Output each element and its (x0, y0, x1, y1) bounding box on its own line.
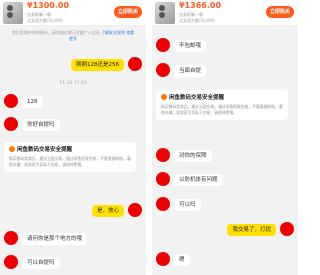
chat-bubble-sent: 我交易了，打扰 (227, 224, 276, 236)
header-subline-1: 交易前聊一聊 (27, 12, 51, 17)
warning-icon (161, 94, 167, 100)
chat-bubble-sent: 刚刚128还是256 (71, 59, 124, 71)
product-header: ¥1366.00 交易前聊一聊 买卖双方都可以评价 立即购买 (152, 0, 298, 26)
chat-bubble-received: 以防机体有问题 (174, 174, 223, 186)
my-avatar[interactable] (128, 203, 142, 217)
my-avatar[interactable] (128, 57, 142, 71)
chat-bubble-received: 128 (22, 96, 43, 108)
header-subline-2: 买卖双方都可以评价 (179, 18, 215, 23)
seller-avatar[interactable] (156, 172, 170, 186)
chat-bubble-sent: 是，放心 (91, 205, 124, 217)
chat-panel-right: ¥1366.00 交易前聊一聊 买卖双方都可以评价 立即购买 不包邮哦 当面自提… (152, 0, 298, 275)
product-thumbnail[interactable] (3, 2, 23, 24)
seller-avatar[interactable] (4, 117, 18, 131)
privacy-notice-text: 我们会保护你的隐私，请勿通过聊天泄露个人信息 (11, 30, 100, 35)
chat-bubble-received: 可以自提吗 (22, 257, 60, 269)
seller-avatar[interactable] (156, 148, 170, 162)
my-avatar[interactable] (280, 222, 294, 236)
chat-bubble-received: 嗯 (174, 254, 190, 266)
chat-bubble-received: 请问你是那个地方的哦 (22, 233, 88, 245)
seller-avatar[interactable] (4, 94, 18, 108)
seller-avatar[interactable] (4, 255, 18, 269)
buy-now-button[interactable]: 立即购买 (266, 6, 294, 18)
product-header: ¥1300.00 交易前聊一聊 买卖双方都可以评价 立即购买 (0, 0, 146, 26)
seller-avatar[interactable] (156, 252, 170, 266)
seller-avatar[interactable] (156, 197, 170, 211)
buy-now-button[interactable]: 立即购买 (114, 6, 142, 18)
seller-avatar[interactable] (4, 231, 18, 245)
chat-panel-left: ¥1300.00 交易前聊一聊 买卖双方都可以评价 立即购买 我们会保护你的隐私… (0, 0, 146, 275)
chat-bubble-received: 对你的保障 (174, 150, 212, 162)
chat-bubble-received: 可以吗 (174, 199, 201, 211)
safety-reminder-body: 购买数码类商品，建议当面交易，通过闲鱼担保交易，不要直接转账，谨防诈骗；如卖家引… (161, 104, 283, 115)
product-thumbnail[interactable] (155, 2, 175, 24)
chat-bubble-received: 不包邮哦 (174, 40, 207, 52)
seller-avatar[interactable] (156, 38, 170, 52)
warning-icon (9, 146, 15, 152)
product-price: ¥1366.00 (179, 1, 222, 10)
safety-reminder-title: 闲鱼数码交易安全提醒 (9, 146, 131, 154)
safety-reminder-card[interactable]: 闲鱼数码交易安全提醒 购买数码类商品，建议当面交易，通过闲鱼担保交易，不要直接转… (4, 142, 136, 172)
safety-reminder-body: 购买数码类商品，建议当面交易，通过闲鱼担保交易，不要直接转账，谨防诈骗；如卖家引… (9, 156, 131, 167)
safety-reminder-card[interactable]: 闲鱼数码交易安全提醒 购买数码类商品，建议当面交易，通过闲鱼担保交易，不要直接转… (156, 90, 288, 120)
safety-reminder-title: 闲鱼数码交易安全提醒 (161, 94, 283, 102)
header-subline-1: 交易前聊一聊 (179, 12, 203, 17)
chat-timestamp: 11-18 15:43 (59, 81, 87, 86)
chat-bubble-received: 你好自提吗 (22, 119, 60, 131)
product-price: ¥1300.00 (27, 1, 70, 10)
header-subline-2: 买卖双方都可以评价 (27, 18, 63, 23)
chat-bubble-received: 当面自提 (174, 65, 207, 77)
privacy-notice: 我们会保护你的隐私，请勿通过聊天泄露个人信息 了解安全规则 查看更多 (10, 30, 136, 42)
seller-avatar[interactable] (156, 63, 170, 77)
